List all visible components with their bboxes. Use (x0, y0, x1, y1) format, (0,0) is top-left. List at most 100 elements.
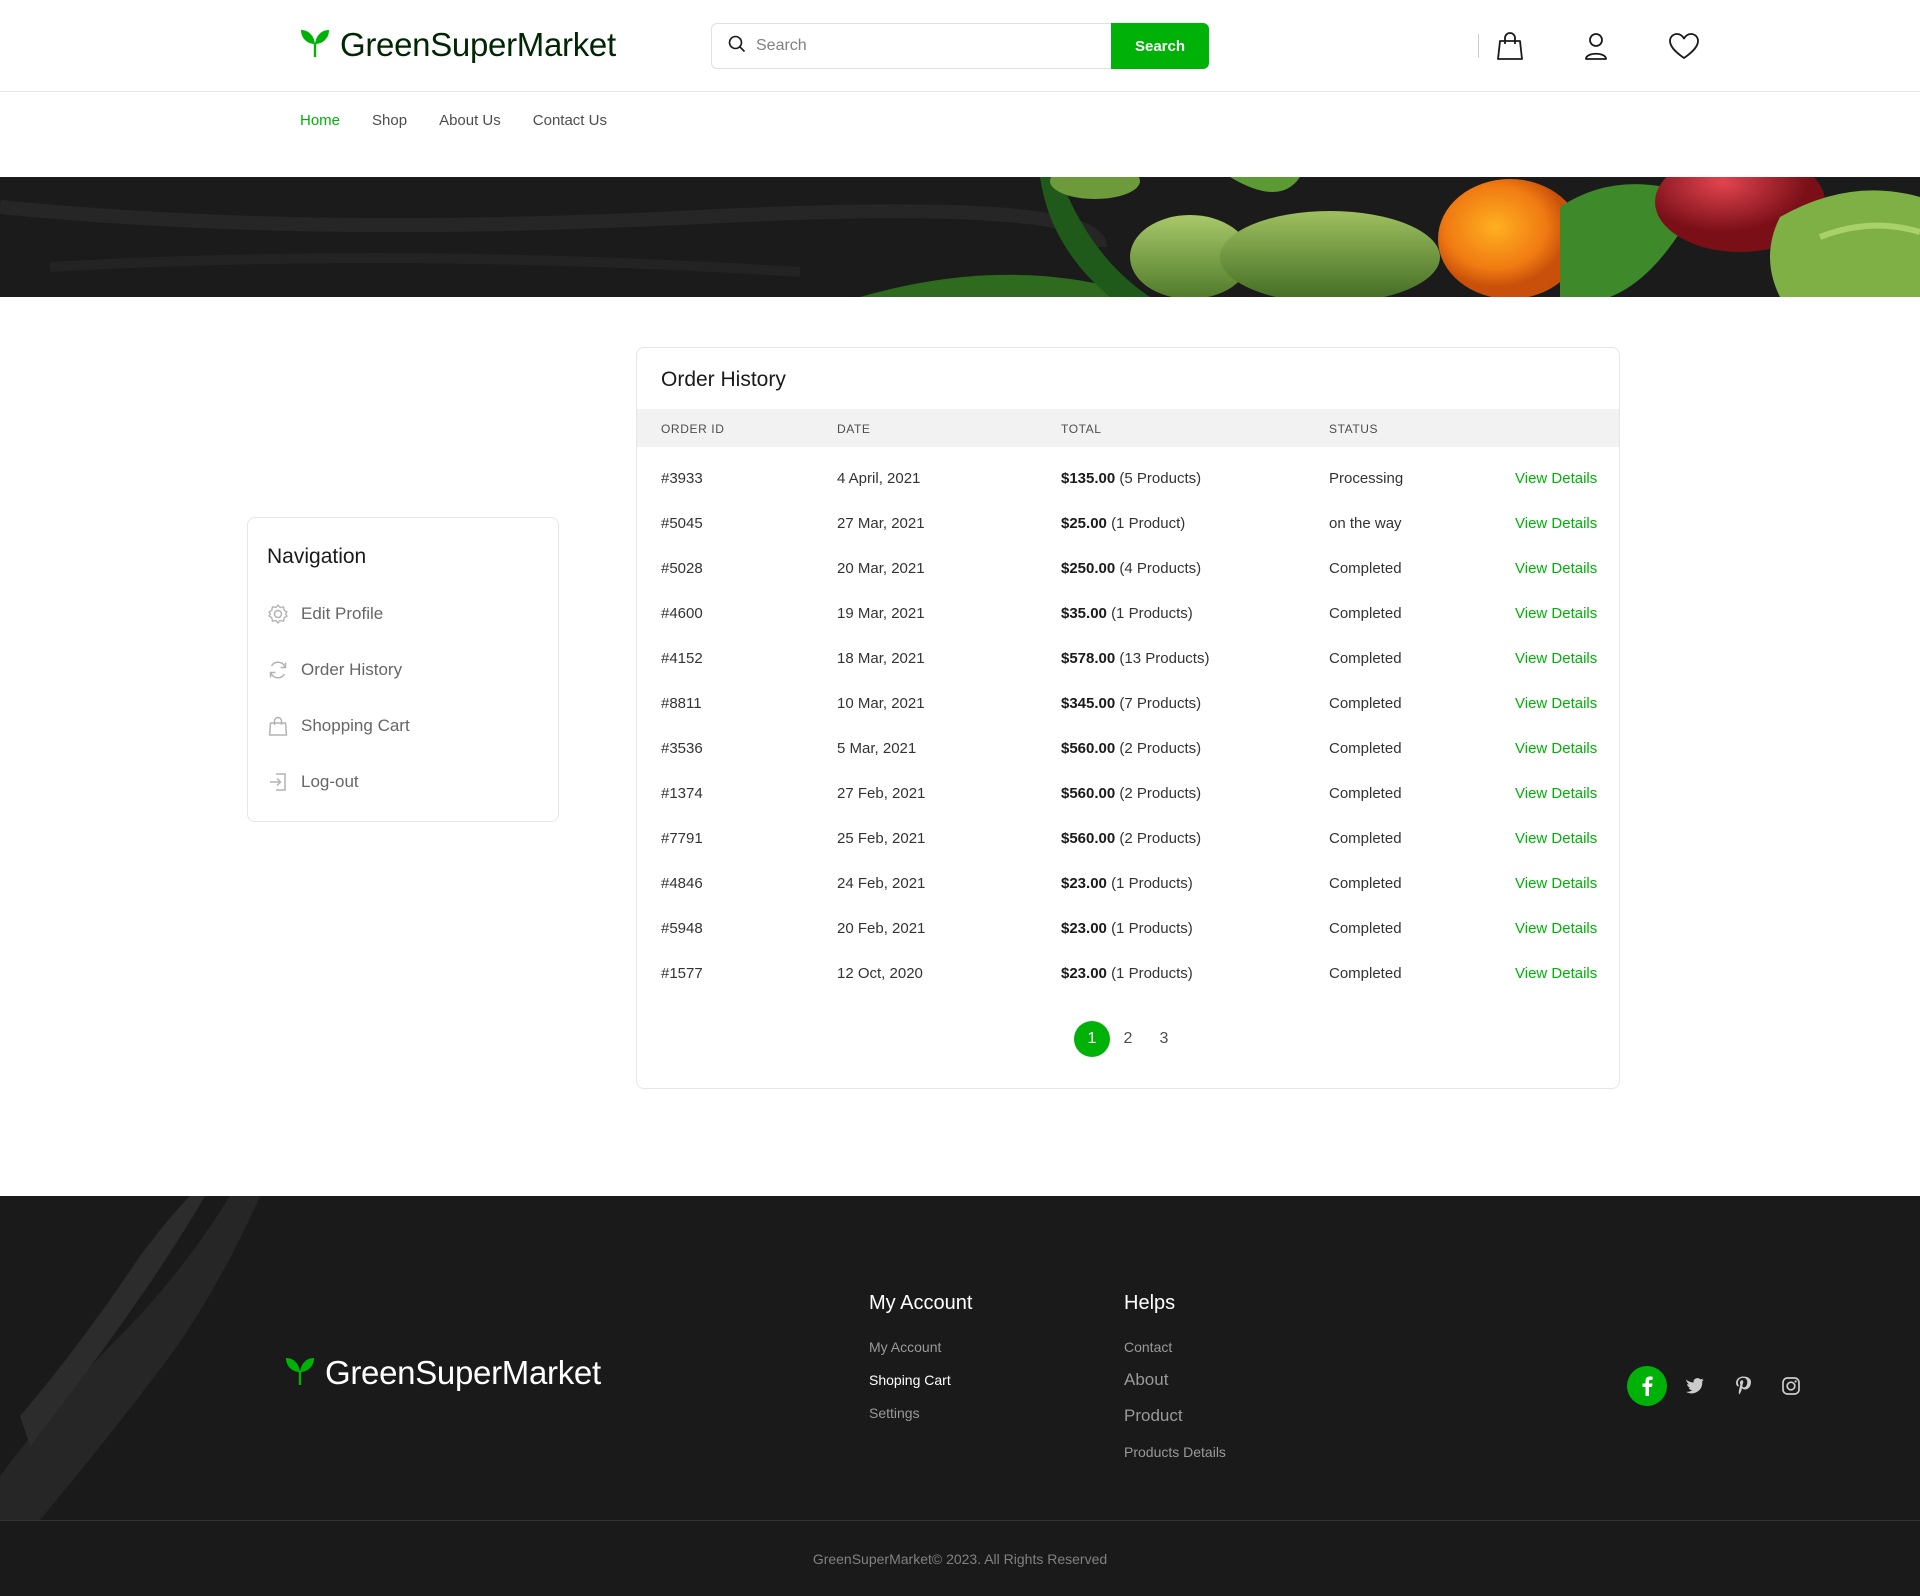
heart-icon[interactable] (1666, 28, 1702, 64)
order-status-cell: Completed (1329, 605, 1402, 622)
twitter-icon[interactable] (1675, 1366, 1715, 1406)
account-navigation-panel: Navigation Edit Profile Order History Sh… (247, 517, 559, 822)
order-date-cell: 12 Oct, 2020 (837, 965, 923, 982)
page-button-2[interactable]: 2 (1110, 1021, 1146, 1057)
order-date-cell: 4 April, 2021 (837, 470, 921, 487)
order-product-count: (1 Products) (1111, 605, 1193, 622)
order-status-cell: Completed (1329, 740, 1402, 757)
order-date-cell: 27 Mar, 2021 (837, 515, 925, 532)
order-total-cell: $23.00 (1 Products) (1061, 875, 1193, 892)
table-row: #3933 4 April, 2021 $135.00 (5 Products) Pr… (637, 458, 1619, 503)
footer-brand-logo[interactable]: GreenSuperMarket (283, 1354, 601, 1392)
footer-link-shopping-cart[interactable]: Shoping Cart (869, 1368, 972, 1401)
order-total-cell: $25.00 (1 Product) (1061, 515, 1185, 532)
footer-column-title: Helps (1124, 1292, 1176, 1314)
footer-brand-name: GreenSuperMarket (325, 1354, 601, 1391)
order-product-count: (2 Products) (1119, 740, 1202, 757)
search-button[interactable]: Search (1111, 23, 1209, 69)
order-id-cell: #5045 (661, 515, 703, 532)
order-total-cell: $560.00 (2 Products) (1061, 785, 1201, 802)
table-row: #1577 12 Oct, 2020 $23.00 (1 Products) Comp… (637, 953, 1619, 998)
page-button-3[interactable]: 3 (1146, 1021, 1182, 1057)
view-details-link[interactable]: View Details (1515, 965, 1597, 982)
search-field[interactable] (711, 23, 1111, 69)
nav-item-about-us[interactable]: About Us (439, 112, 501, 129)
footer-column-helps: Helps Contact About Product Products Det… (1124, 1292, 1226, 1473)
nav-item-contact-us[interactable]: Contact Us (533, 112, 607, 129)
order-status-cell: Completed (1329, 830, 1402, 847)
sidebar-item-log-out[interactable]: Log-out (267, 771, 359, 793)
sidebar-item-shopping-cart[interactable]: Shopping Cart (267, 715, 410, 737)
sidebar-item-edit-profile[interactable]: Edit Profile (267, 603, 383, 625)
brand-logo[interactable]: GreenSuperMarket (298, 26, 616, 64)
view-details-link[interactable]: View Details (1515, 650, 1597, 667)
shopping-bag-icon (267, 715, 289, 737)
table-row: #7791 25 Feb, 2021 $560.00 (2 Products) Com… (637, 818, 1619, 863)
order-date-cell: 10 Mar, 2021 (837, 695, 925, 712)
order-amount: $250.00 (1061, 560, 1116, 577)
footer-link-products-details[interactable]: Products Details (1124, 1440, 1226, 1473)
order-status-cell: Processing (1329, 470, 1404, 487)
order-product-count: (1 Product) (1111, 515, 1186, 532)
view-details-link[interactable]: View Details (1515, 875, 1597, 892)
column-header-order-id: ORDER ID (661, 422, 725, 436)
order-status-cell: Completed (1329, 875, 1402, 892)
order-product-count: (5 Products) (1119, 470, 1202, 487)
order-product-count: (2 Products) (1119, 830, 1202, 847)
view-details-link[interactable]: View Details (1515, 695, 1597, 712)
search-input[interactable] (756, 37, 1096, 55)
footer-link-settings[interactable]: Settings (869, 1401, 972, 1434)
order-product-count: (13 Products) (1119, 650, 1210, 667)
shopping-bag-icon[interactable] (1492, 28, 1528, 64)
instagram-icon[interactable] (1771, 1366, 1811, 1406)
sidebar-item-order-history[interactable]: Order History (267, 659, 402, 681)
view-details-link[interactable]: View Details (1515, 785, 1597, 802)
order-status-cell: Completed (1329, 920, 1402, 937)
order-amount: $23.00 (1061, 965, 1107, 982)
order-id-cell: #3933 (661, 470, 703, 487)
nav-item-shop[interactable]: Shop (372, 112, 407, 129)
pinterest-icon[interactable] (1723, 1366, 1763, 1406)
view-details-link[interactable]: View Details (1515, 920, 1597, 937)
order-product-count: (1 Products) (1111, 965, 1193, 982)
search-icon (728, 35, 746, 58)
view-details-link[interactable]: View Details (1515, 515, 1597, 532)
order-amount: $560.00 (1061, 785, 1116, 802)
order-date-cell: 18 Mar, 2021 (837, 650, 925, 667)
page-button-1[interactable]: 1 (1074, 1021, 1110, 1057)
order-id-cell: #5948 (661, 920, 703, 937)
sidebar-item-label: Log-out (301, 772, 359, 791)
order-amount: $345.00 (1061, 695, 1116, 712)
sidebar-item-label: Edit Profile (301, 604, 384, 623)
footer-link-contact[interactable]: Contact (1124, 1335, 1226, 1368)
nav-item-home[interactable]: Home (300, 112, 340, 129)
gear-icon (267, 603, 289, 625)
leaf-icon (298, 27, 332, 64)
view-details-link[interactable]: View Details (1515, 830, 1597, 847)
view-details-link[interactable]: View Details (1515, 740, 1597, 757)
facebook-icon[interactable] (1627, 1366, 1667, 1406)
order-total-cell: $135.00 (5 Products) (1061, 470, 1201, 487)
footer-link-my-account[interactable]: My Account (869, 1335, 972, 1368)
view-details-link[interactable]: View Details (1515, 560, 1597, 577)
column-header-total: TOTAL (1061, 422, 1102, 436)
card-title: Order History (661, 368, 786, 391)
order-amount: $560.00 (1061, 830, 1116, 847)
view-details-link[interactable]: View Details (1515, 605, 1597, 622)
table-row: #5948 20 Feb, 2021 $23.00 (1 Products) Comp… (637, 908, 1619, 953)
user-icon[interactable] (1578, 28, 1614, 64)
table-header: ORDER ID DATE TOTAL STATUS (637, 409, 1619, 447)
order-status-cell: Completed (1329, 560, 1402, 577)
table-row: #4600 19 Mar, 2021 $35.00 (1 Products) Comp… (637, 593, 1619, 638)
order-amount: $135.00 (1061, 470, 1116, 487)
view-details-link[interactable]: View Details (1515, 470, 1597, 487)
footer-link-about[interactable]: About (1124, 1368, 1226, 1404)
table-row: #8811 10 Mar, 2021 $345.00 (7 Products) Com… (637, 683, 1619, 728)
order-date-cell: 20 Mar, 2021 (837, 560, 925, 577)
order-amount: $35.00 (1061, 605, 1107, 622)
order-amount: $560.00 (1061, 740, 1116, 757)
copyright-text: GreenSuperMarket© 2023. All Rights Reser… (812, 1551, 1108, 1567)
order-total-cell: $560.00 (2 Products) (1061, 740, 1201, 757)
site-footer: GreenSuperMarket My Account My Account S… (0, 1196, 1920, 1596)
footer-link-product[interactable]: Product (1124, 1404, 1226, 1440)
